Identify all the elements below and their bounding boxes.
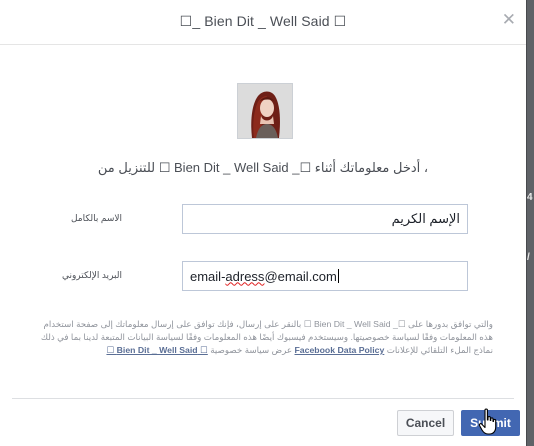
full-name-value: الإسم الكريم [391,211,460,226]
page-avatar [237,83,293,139]
email-label: البريد الإلكتروني [61,270,122,280]
email-value-user: email- [190,268,226,284]
background-fragment: 4 [527,192,533,203]
background-fragment: / [527,252,530,263]
text-caret [337,269,339,283]
full-name-input[interactable]: الإسم الكريم [182,204,468,234]
email-input[interactable]: email-adress @email.com [182,261,468,291]
email-value-misspelled: adress [225,268,265,284]
policy-disclaimer: والتي توافق بدورها على ☐_ Bien Dit _ Wel… [40,318,493,357]
email-value-domain: @email.com [264,268,337,284]
lead-form-dialog: ☐_ Bien Dit _ Well Said ☐ ✕ ، أدخل معلوم… [0,0,526,446]
submit-button[interactable]: Submit [461,410,520,436]
intro-text: ، أدخل معلوماتك أثناء ☐_ Bien Dit _ Well… [97,160,429,175]
facebook-data-policy-link[interactable]: Facebook Data Policy [295,345,385,355]
privacy-policy-text: عرض سياسة خصوصية [210,345,293,355]
avatar-portrait-image [238,84,292,138]
footer-divider [12,398,514,399]
dialog-header: ☐_ Bien Dit _ Well Said ☐ ✕ [0,0,526,45]
full-name-label: الاسم بالكامل [70,213,122,223]
close-icon[interactable]: ✕ [502,11,516,28]
page-privacy-link[interactable]: ☐ Bien Dit _ Well Said ☐ [106,345,207,355]
cancel-button[interactable]: Cancel [397,410,454,436]
dialog-title: ☐_ Bien Dit _ Well Said ☐ [179,13,347,29]
